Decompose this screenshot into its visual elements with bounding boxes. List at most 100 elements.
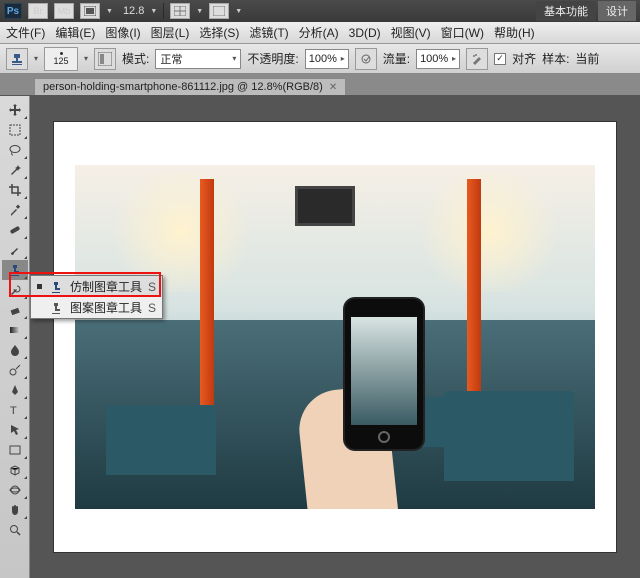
tool-wand[interactable]	[2, 160, 28, 180]
menu-filter[interactable]: 滤镜(T)	[249, 24, 288, 41]
view-extras-button[interactable]	[80, 3, 100, 19]
tool-eyedropper[interactable]	[2, 200, 28, 220]
tool-heal[interactable]	[2, 220, 28, 240]
tool-crop[interactable]	[2, 180, 28, 200]
cube-icon	[8, 463, 22, 477]
zoom-level[interactable]: 12.8	[123, 5, 144, 17]
tool-path-select[interactable]	[2, 420, 28, 440]
grid-icon	[174, 6, 186, 16]
aligned-label: 对齐	[512, 50, 536, 67]
brush-preset-picker[interactable]: 125	[44, 47, 78, 71]
workspace-essential[interactable]: 基本功能	[536, 1, 596, 21]
lasso-icon	[8, 143, 22, 157]
dropdown-arrow-icon[interactable]: ▼	[235, 8, 242, 15]
blend-mode-select[interactable]: 正常 ▾	[155, 49, 241, 69]
workspace: T	[0, 96, 640, 578]
tool-3d-camera[interactable]	[2, 480, 28, 500]
dodge-icon	[8, 363, 22, 377]
mode-label: 模式:	[122, 50, 149, 67]
tool-brush[interactable]	[2, 240, 28, 260]
flyout-item-label: 图案图章工具	[70, 299, 142, 316]
stamp-icon	[8, 263, 22, 277]
flow-label: 流量:	[383, 50, 410, 67]
rect-icon	[8, 443, 22, 457]
stamp-icon	[9, 51, 25, 67]
airbrush-button[interactable]	[466, 48, 488, 70]
screen-mode-button[interactable]	[209, 3, 229, 19]
dropdown-arrow-icon[interactable]: ▼	[196, 8, 203, 15]
canvas-area[interactable]	[30, 96, 640, 578]
airbrush-icon	[471, 53, 483, 65]
tool-3d[interactable]	[2, 460, 28, 480]
wand-icon	[8, 163, 22, 177]
film-icon	[84, 6, 96, 16]
tool-pen[interactable]	[2, 380, 28, 400]
arrange-button[interactable]	[170, 3, 190, 19]
canvas-frame	[54, 122, 616, 552]
hand-icon	[8, 503, 22, 517]
svg-text:T: T	[10, 405, 17, 417]
workspace-design[interactable]: 设计	[598, 1, 636, 21]
flyout-item-pattern-stamp[interactable]: 图案图章工具 S	[31, 297, 162, 318]
tool-shape[interactable]	[2, 440, 28, 460]
orbit-icon	[8, 483, 22, 497]
flow-input[interactable]: 100% ▸	[416, 49, 460, 69]
dropdown-arrow-icon: ▸	[341, 54, 345, 63]
tool-history-brush[interactable]	[2, 280, 28, 300]
tool-gradient[interactable]	[2, 320, 28, 340]
opacity-label: 不透明度:	[247, 50, 298, 67]
menu-file[interactable]: 文件(F)	[6, 24, 45, 41]
sample-value[interactable]: 当前	[575, 50, 599, 67]
current-tool-indicator[interactable]	[6, 48, 28, 70]
brush-dot-icon	[60, 52, 63, 55]
history-brush-icon	[8, 283, 22, 297]
minibridge-button[interactable]: Mb	[54, 3, 74, 19]
tool-move[interactable]	[2, 100, 28, 120]
bridge-button[interactable]: Br	[28, 3, 48, 19]
dropdown-arrow-icon[interactable]: ▼	[150, 8, 157, 15]
menu-edit[interactable]: 编辑(E)	[55, 24, 95, 41]
menu-image[interactable]: 图像(I)	[105, 24, 140, 41]
stamp-tool-flyout: 仿制图章工具 S 图案图章工具 S	[30, 275, 163, 319]
dropdown-arrow-icon[interactable]: ▼	[106, 8, 113, 15]
document-tab-title: person-holding-smartphone-861112.jpg @ 1…	[43, 81, 323, 93]
opacity-input[interactable]: 100% ▸	[305, 49, 349, 69]
pen-icon	[8, 383, 22, 397]
marquee-icon	[8, 123, 22, 137]
brush-panel-button[interactable]	[94, 48, 116, 70]
panel-icon	[98, 52, 112, 66]
menu-layer[interactable]: 图层(L)	[151, 24, 190, 41]
tool-blur[interactable]	[2, 340, 28, 360]
tablet-icon	[360, 53, 372, 65]
aligned-checkbox[interactable]: ✓	[494, 53, 506, 65]
tool-marquee[interactable]	[2, 120, 28, 140]
tool-type[interactable]: T	[2, 400, 28, 420]
tool-eraser[interactable]	[2, 300, 28, 320]
tool-hand[interactable]	[2, 500, 28, 520]
menu-select[interactable]: 选择(S)	[199, 24, 239, 41]
document-image	[75, 165, 595, 509]
menu-bar: 文件(F) 编辑(E) 图像(I) 图层(L) 选择(S) 滤镜(T) 分析(A…	[0, 22, 640, 44]
tool-lasso[interactable]	[2, 140, 28, 160]
pressure-opacity-button[interactable]	[355, 48, 377, 70]
dropdown-arrow-icon[interactable]: ▾	[84, 54, 88, 63]
tool-preset-arrow[interactable]: ▾	[34, 54, 38, 63]
blend-mode-value: 正常	[160, 51, 182, 67]
close-icon[interactable]: ✕	[329, 82, 337, 93]
brush-size-value: 125	[54, 56, 69, 66]
gradient-icon	[8, 323, 22, 337]
menu-3d[interactable]: 3D(D)	[349, 26, 381, 40]
flyout-item-clone-stamp[interactable]: 仿制图章工具 S	[31, 276, 162, 297]
tool-stamp[interactable]	[2, 260, 28, 280]
move-icon	[8, 103, 22, 117]
tool-dodge[interactable]	[2, 360, 28, 380]
menu-view[interactable]: 视图(V)	[391, 24, 431, 41]
title-bar: Ps Br Mb ▼ 12.8 ▼ ▼ ▼ 基本功能 设计	[0, 0, 640, 22]
eraser-icon	[8, 303, 22, 317]
menu-analysis[interactable]: 分析(A)	[299, 24, 339, 41]
menu-help[interactable]: 帮助(H)	[494, 24, 535, 41]
tool-zoom[interactable]	[2, 520, 28, 540]
sample-label: 样本:	[542, 50, 569, 67]
document-tab[interactable]: person-holding-smartphone-861112.jpg @ 1…	[34, 78, 346, 95]
menu-window[interactable]: 窗口(W)	[441, 24, 484, 41]
